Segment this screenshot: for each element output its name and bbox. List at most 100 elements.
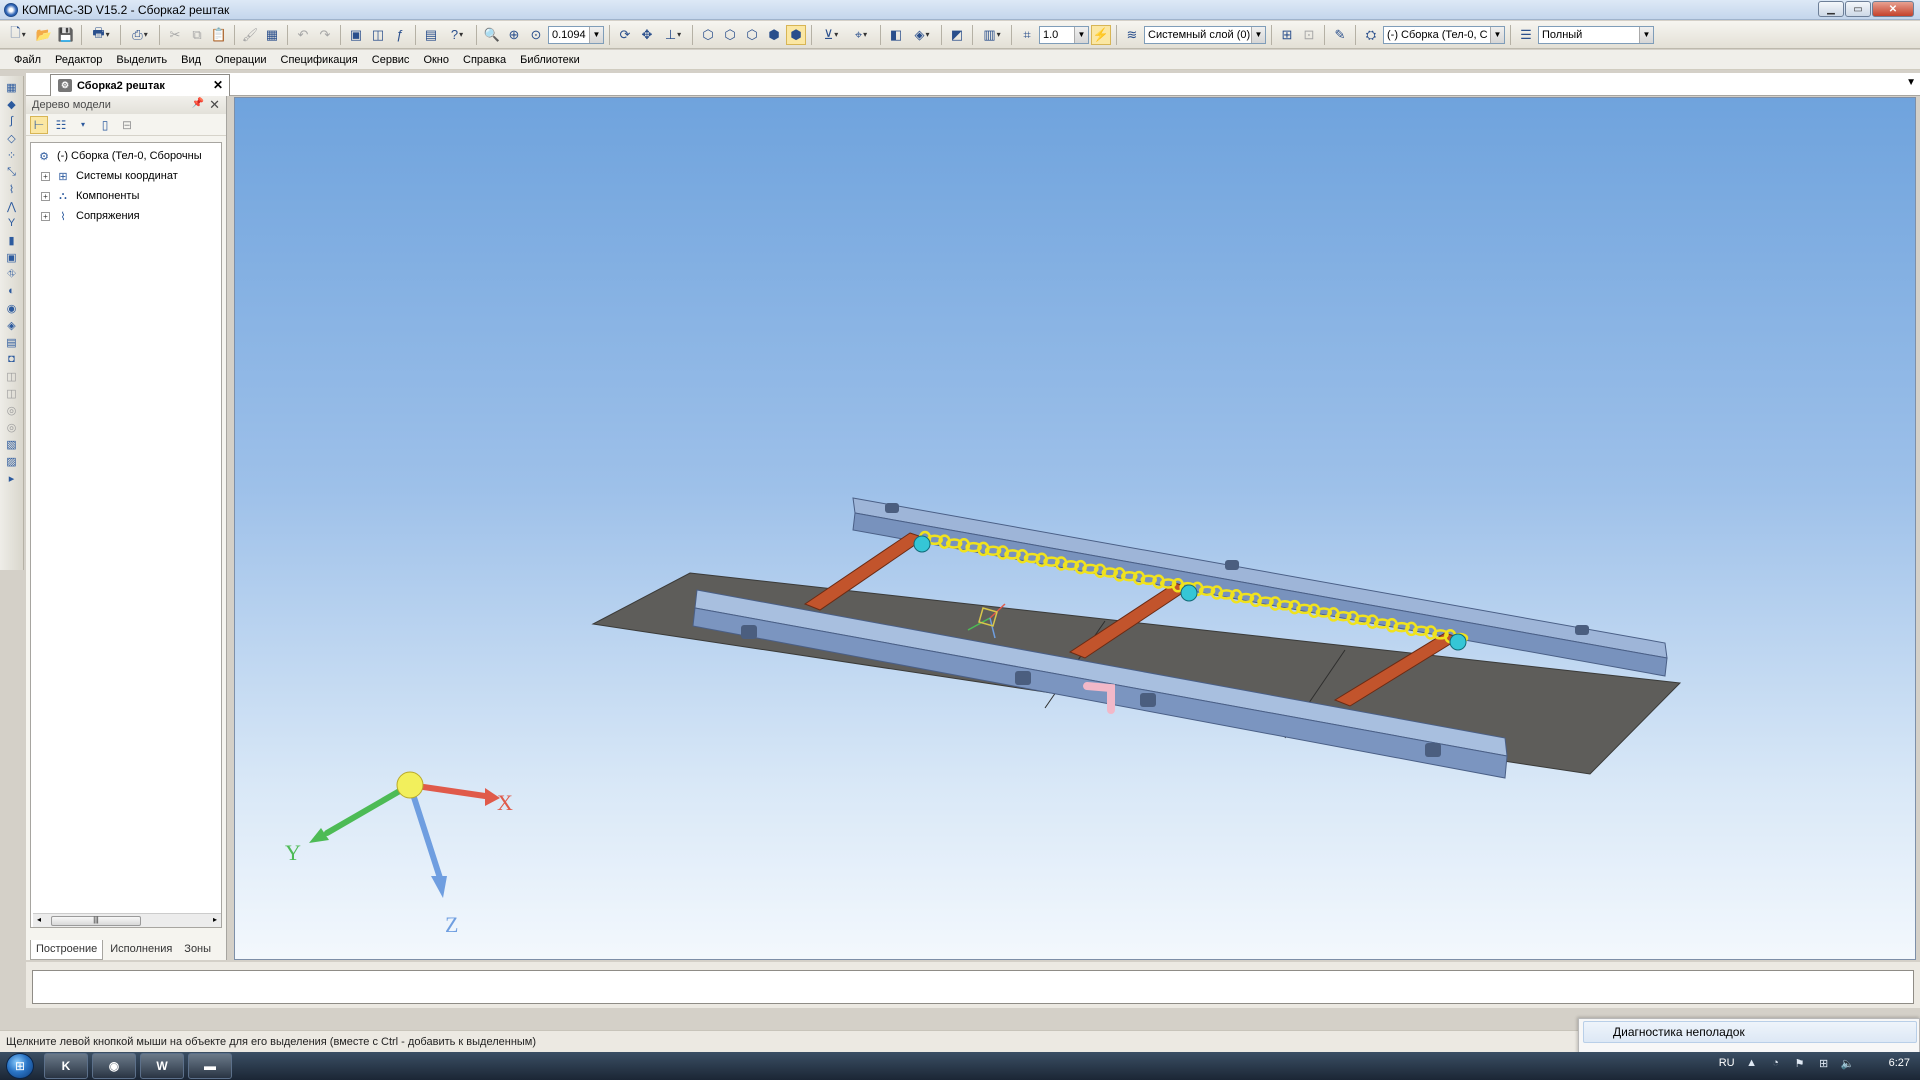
zoom-scale-button[interactable]: ⊙	[526, 25, 546, 45]
steel-button[interactable]: ▤	[4, 335, 20, 349]
format-button[interactable]: 🖌	[240, 25, 260, 45]
edit-assembly-button[interactable]: ▦	[4, 80, 20, 94]
scroll-right-icon[interactable]: ▸	[213, 915, 217, 924]
expand-icon[interactable]: +	[41, 171, 50, 181]
tree-relations-button[interactable]: ⊟	[118, 116, 136, 134]
volume-icon[interactable]: 🔈	[1841, 1056, 1855, 1070]
cut-button[interactable]: ✂	[165, 25, 185, 45]
taskbar-explorer[interactable]: ▬	[188, 1053, 232, 1079]
menu-service[interactable]: Сервис	[372, 54, 410, 66]
tree-node-coordinate-systems[interactable]: + ⊞ Системы координат	[41, 167, 178, 185]
measure-tool-button[interactable]: ▮	[4, 233, 20, 247]
origin-button[interactable]: ⊞	[1277, 25, 1297, 45]
pin-icon[interactable]: 📌	[192, 98, 204, 109]
spec-button[interactable]: ▣	[4, 250, 20, 264]
snap-toggle-button[interactable]: ⚡	[1091, 24, 1111, 45]
print-button[interactable]: 🖶	[87, 25, 115, 45]
properties-button[interactable]: ▦	[262, 25, 282, 45]
render-mode-combo[interactable]: Полный ▼	[1538, 25, 1654, 44]
animation-button[interactable]: ▧	[4, 437, 20, 451]
chevron-down-icon[interactable]: ▼	[1251, 26, 1265, 43]
tree-view-mode-button[interactable]: ☷	[52, 116, 70, 134]
undo-button[interactable]: ↶	[293, 25, 313, 45]
local-cs-button[interactable]: ⊡	[1299, 25, 1319, 45]
zoom-window-button[interactable]: 🔍	[482, 25, 502, 45]
chevron-down-icon[interactable]: ▼	[589, 26, 603, 43]
tab-build[interactable]: Построение	[30, 940, 104, 960]
tree-root-node[interactable]: ⚙ (-) Сборка (Тел-0, Сборочны	[37, 147, 202, 165]
expand-icon[interactable]: +	[41, 191, 50, 201]
tab-close-icon[interactable]: ✕	[213, 78, 223, 92]
weld-button[interactable]: ◘	[4, 352, 20, 366]
insert-component-button[interactable]: ◈	[908, 25, 936, 45]
zoom-in-button[interactable]: ⊕	[504, 25, 524, 45]
windows-update-icon[interactable]: ⊞	[1817, 1056, 1831, 1070]
manager-button[interactable]: ▣	[346, 25, 366, 45]
tray-expand-icon[interactable]: ▲	[1745, 1056, 1759, 1070]
menu-help[interactable]: Справка	[463, 54, 506, 66]
panel-close-icon[interactable]: ✕	[209, 97, 220, 113]
tree-node-components[interactable]: + ⛬ Компоненты	[41, 187, 139, 205]
calculator-button[interactable]: ▤	[421, 25, 441, 45]
copy-button[interactable]: ⧉	[187, 25, 207, 45]
body-button[interactable]: ⛭	[1361, 25, 1381, 45]
piping-button[interactable]: ◉	[4, 301, 20, 315]
expand-toolbar-button[interactable]: ▸	[4, 471, 20, 485]
layer-combo[interactable]: Системный слой (0) ▼	[1144, 25, 1266, 44]
scroll-thumb[interactable]: |||	[51, 916, 141, 926]
menu-libraries[interactable]: Библиотеки	[520, 54, 580, 66]
popup-item-troubleshooting[interactable]: Диагностика неполадок	[1613, 1025, 1745, 1039]
measure-button[interactable]: ▥	[978, 25, 1006, 45]
minimize-button[interactable]: ▁	[1818, 1, 1844, 17]
body-combo[interactable]: (-) Сборка (Тел-0, С ▼	[1383, 25, 1505, 44]
chevron-down-icon[interactable]: ▼	[1490, 26, 1504, 43]
pan-button[interactable]: ✥	[637, 25, 657, 45]
new-document-button[interactable]: 🗋	[4, 25, 32, 45]
taskbar-firefox[interactable]: ◉	[92, 1053, 136, 1079]
rotate-button[interactable]: ⟳	[615, 25, 635, 45]
reports-button[interactable]: ⛗	[4, 267, 20, 281]
part-ops-button[interactable]: ◆	[4, 97, 20, 111]
model-viewport[interactable]: X Y Z	[234, 97, 1916, 960]
preview-button[interactable]: ⎙	[126, 25, 154, 45]
tree-horizontal-scrollbar[interactable]: ◂ ||| ▸	[33, 913, 221, 927]
dimensions-button[interactable]: ⋀	[4, 199, 20, 213]
maximize-button[interactable]: ▭	[1845, 1, 1871, 17]
halftone-button[interactable]: ⬢	[764, 25, 784, 45]
menu-specification[interactable]: Спецификация	[281, 54, 358, 66]
taskbar-word[interactable]: W	[140, 1053, 184, 1079]
auxiliary-geometry-button[interactable]: ⤡	[4, 165, 20, 179]
wireframe-button[interactable]: ⬡	[698, 25, 718, 45]
disabled-tool-c-button[interactable]: ◎	[4, 403, 20, 417]
electrical-button[interactable]: ◈	[4, 318, 20, 332]
selection-filter-button[interactable]: Y	[4, 216, 20, 230]
language-indicator[interactable]: RU	[1719, 1057, 1735, 1069]
menu-view[interactable]: Вид	[181, 54, 201, 66]
component-button[interactable]: ◧	[886, 25, 906, 45]
paste-button[interactable]: 📋	[209, 25, 229, 45]
close-button[interactable]: ✕	[1872, 1, 1914, 17]
menu-file[interactable]: Файл	[14, 54, 41, 66]
library-tool-button[interactable]: ▨	[4, 454, 20, 468]
perspective-button[interactable]: ◩	[947, 25, 967, 45]
library-button[interactable]: ◫	[368, 25, 388, 45]
menu-operations[interactable]: Операции	[215, 54, 266, 66]
tree-node-mates[interactable]: + ⌇ Сопряжения	[41, 207, 140, 225]
hidden-lines-button[interactable]: ⬡	[720, 25, 740, 45]
tab-assembly-document[interactable]: ⚙ Сборка2 рештак ✕	[50, 74, 230, 96]
flag-icon[interactable]: ⚑	[1793, 1056, 1807, 1070]
sheet-metal-button[interactable]: ◐	[4, 284, 20, 298]
open-button[interactable]: 📂	[34, 25, 54, 45]
taskbar-kompas[interactable]: K	[44, 1053, 88, 1079]
arrays-button[interactable]: ⁘	[4, 148, 20, 162]
render-mode-button[interactable]: ☰	[1516, 25, 1536, 45]
network-icon[interactable]: ◔	[1769, 1056, 1783, 1070]
chevron-down-icon[interactable]: ▼	[1639, 26, 1653, 43]
step-combo[interactable]: 1.0 ▼	[1039, 25, 1089, 44]
tree-filter-button[interactable]: ▾	[74, 116, 92, 134]
help-button[interactable]: ?	[443, 25, 471, 45]
scroll-left-icon[interactable]: ◂	[37, 915, 41, 924]
tab-versions[interactable]: Исполнения	[105, 940, 177, 960]
tree-structure-button[interactable]: ⊢	[30, 115, 48, 134]
mates-button[interactable]: ⌇	[4, 182, 20, 196]
